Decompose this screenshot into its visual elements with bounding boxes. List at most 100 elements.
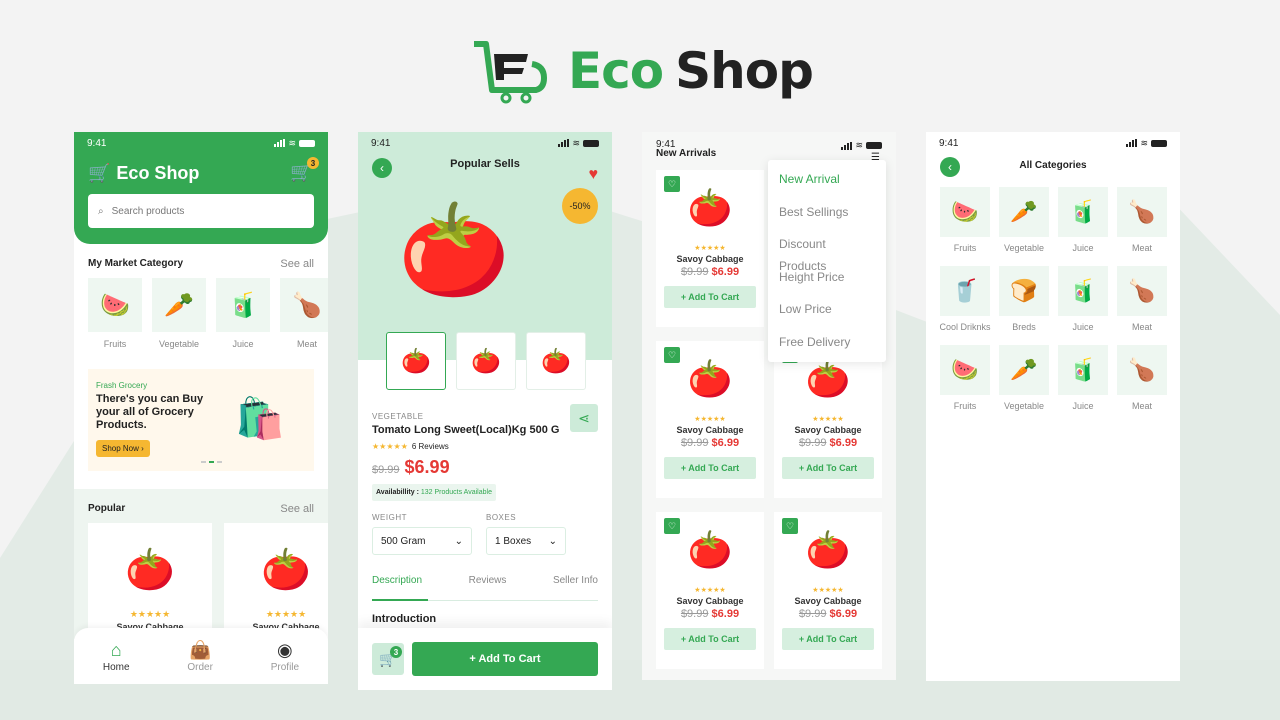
share-button[interactable]: ⋖ <box>570 404 598 432</box>
filter-option-height-price[interactable]: Height Price <box>779 266 875 299</box>
battery-icon <box>1151 139 1167 147</box>
tomato-image: 🍅 <box>261 548 311 592</box>
status-bar: 9:41 ≋ <box>926 132 1180 154</box>
category-grid: 🍉 Fruits 🥕 Vegetable 🧃 Juice 🍗 Meat 🥤 Cool Dr… <box>939 187 1167 424</box>
active-tab-indicator <box>372 599 428 601</box>
category-item[interactable]: 🍗 Meat <box>1117 187 1167 266</box>
filter-option-best-sellings[interactable]: Best Sellings <box>779 201 875 234</box>
intro-heading: Introduction <box>372 613 437 625</box>
review-count[interactable]: 6 Reviews <box>412 442 449 451</box>
nav-profile[interactable]: ◉ Profile <box>271 640 299 673</box>
product-card[interactable]: ♡🍅★★★★★Savoy Cabbage$9.99 $6.99+ Add To … <box>774 512 882 669</box>
product-category: VEGETABLE <box>372 412 424 421</box>
heart-icon[interactable]: ♡ <box>782 518 798 534</box>
juice-icon: 🧃 <box>1058 266 1108 316</box>
availability-badge: Availabillity : 132 Products Available <box>372 484 496 501</box>
category-item[interactable]: 🍞 Breds <box>999 266 1049 345</box>
category-item[interactable]: 🍗 Meat <box>280 278 328 349</box>
cart-button[interactable]: 🛒 3 <box>290 157 319 184</box>
status-bar: 9:41 ≋ <box>358 132 612 154</box>
battery-icon <box>866 142 882 149</box>
category-see-all-link[interactable]: See all <box>280 258 314 270</box>
brand-header: Eco Shop <box>470 38 814 104</box>
popular-title: Popular <box>88 503 126 514</box>
tab-description[interactable]: Description <box>372 575 422 586</box>
category-item[interactable]: 🧃 Juice <box>1058 266 1108 345</box>
rating-row: ★★★★★ 6 Reviews <box>372 442 598 451</box>
bottom-action-bar: 🛒 3 + Add To Cart <box>358 628 612 690</box>
search-input[interactable]: ⌕ Search products <box>88 194 314 228</box>
fruits-icon: 🍉 <box>940 187 990 237</box>
meat-icon: 🍗 <box>1117 345 1167 395</box>
category-item[interactable]: 🧃 Juice <box>216 278 270 349</box>
popular-section: Popular See all 🍅 ★★★★★ Savoy Cabbage 🍅 … <box>74 489 328 643</box>
category-item[interactable]: 🥕 Vegetable <box>999 187 1049 266</box>
carousel-dots[interactable] <box>201 461 222 463</box>
cart-button[interactable]: 🛒 3 <box>372 643 404 675</box>
promo-banner[interactable]: Frash Grocery There's you can Buy your a… <box>88 369 314 471</box>
product-card[interactable]: 🍅 ★★★★★ Savoy Cabbage <box>88 523 212 643</box>
weight-select[interactable]: 500 Gram ⌄ <box>372 527 472 555</box>
discount-badge: -50% <box>562 188 598 224</box>
product-card[interactable]: 🍅 ★★★★★ Savoy Cabbage <box>224 523 328 643</box>
filter-option-low-price[interactable]: Low Price <box>779 298 875 331</box>
tomato-image: 🍅 <box>125 548 175 592</box>
add-to-cart-button[interactable]: + Add To Cart <box>664 628 756 650</box>
product-title: Tomato Long Sweet(Local)Kg 500 G <box>372 424 560 436</box>
home-header: 9:41 ≋ 🛒 Eco Shop 🛒 3 ⌕ Search products <box>74 132 328 244</box>
share-icon: ⋖ <box>578 409 590 426</box>
juice-icon: 🧃 <box>1058 345 1108 395</box>
category-item[interactable]: 🥕 Vegetable <box>152 278 206 349</box>
popular-see-all-link[interactable]: See all <box>280 503 314 515</box>
app-logo: 🛒 Eco Shop <box>88 162 200 183</box>
product-card[interactable]: ♡🍅★★★★★Savoy Cabbage$9.99 $6.99+ Add To … <box>774 341 882 498</box>
boxes-select[interactable]: 1 Boxes ⌄ <box>486 527 566 555</box>
add-to-cart-button[interactable]: + Add To Cart <box>782 628 874 650</box>
wifi-icon: ≋ <box>288 137 296 148</box>
category-item[interactable]: 🍗 Meat <box>1117 266 1167 345</box>
add-to-cart-button[interactable]: + Add To Cart <box>412 642 598 676</box>
tab-seller-info[interactable]: Seller Info <box>553 575 598 586</box>
grocery-bag-image: 🛍️ <box>235 397 285 441</box>
product-card[interactable]: ♡🍅★★★★★Savoy Cabbage$9.99 $6.99+ Add To … <box>656 341 764 498</box>
category-item[interactable]: 🍉 Fruits <box>88 278 142 349</box>
category-item[interactable]: 🍉 Fruits <box>940 345 990 424</box>
nav-order[interactable]: 👜 Order <box>187 640 213 673</box>
vegetable-icon: 🥕 <box>999 345 1049 395</box>
add-to-cart-button[interactable]: + Add To Cart <box>664 286 756 308</box>
heart-icon[interactable]: ♥ <box>589 166 599 184</box>
heart-icon[interactable]: ♡ <box>664 518 680 534</box>
heart-icon[interactable]: ♡ <box>664 176 680 192</box>
weight-label: WEIGHT <box>372 513 407 522</box>
chevron-down-icon: ⌄ <box>548 535 557 547</box>
meat-icon: 🍗 <box>1117 266 1167 316</box>
add-to-cart-button[interactable]: + Add To Cart <box>782 457 874 479</box>
cart-logo-icon: 🛒 <box>88 162 111 183</box>
shop-now-button[interactable]: Shop Now › <box>96 440 150 457</box>
category-item[interactable]: 🥤 Cool Driknks <box>939 266 991 345</box>
nav-home[interactable]: ⌂ Home <box>103 640 130 673</box>
category-item[interactable]: 🥕 Vegetable <box>999 345 1049 424</box>
meat-icon: 🍗 <box>280 278 328 332</box>
filter-option-free-delivery[interactable]: Free Delivery <box>779 331 875 364</box>
heart-icon[interactable]: ♡ <box>664 347 680 363</box>
product-card[interactable]: ♡🍅★★★★★Savoy Cabbage$9.99 $6.99+ Add To … <box>656 170 764 327</box>
filter-option-new-arrival[interactable]: New Arrival <box>779 168 875 201</box>
add-to-cart-button[interactable]: + Add To Cart <box>664 457 756 479</box>
boxes-label: BOXES <box>486 513 517 522</box>
vegetable-icon: 🥕 <box>152 278 206 332</box>
category-item[interactable]: 🧃 Juice <box>1058 345 1108 424</box>
tab-reviews[interactable]: Reviews <box>469 575 507 586</box>
bottom-nav: ⌂ Home 👜 Order ◉ Profile <box>74 628 328 684</box>
bag-icon: 👜 <box>188 639 212 660</box>
category-item[interactable]: 🧃 Juice <box>1058 187 1108 266</box>
product-card[interactable]: ♡🍅★★★★★Savoy Cabbage$9.99 $6.99+ Add To … <box>656 512 764 669</box>
filter-option-discount-products[interactable]: Discount Products <box>779 233 875 273</box>
wifi-icon: ≋ <box>572 137 580 148</box>
category-item[interactable]: 🍉 Fruits <box>940 187 990 266</box>
chevron-down-icon: ⌄ <box>454 535 463 547</box>
brand-name: Eco Shop <box>568 42 814 100</box>
home-icon: ⌂ <box>110 639 122 660</box>
search-icon: ⌕ <box>98 205 104 217</box>
category-item[interactable]: 🍗 Meat <box>1117 345 1167 424</box>
